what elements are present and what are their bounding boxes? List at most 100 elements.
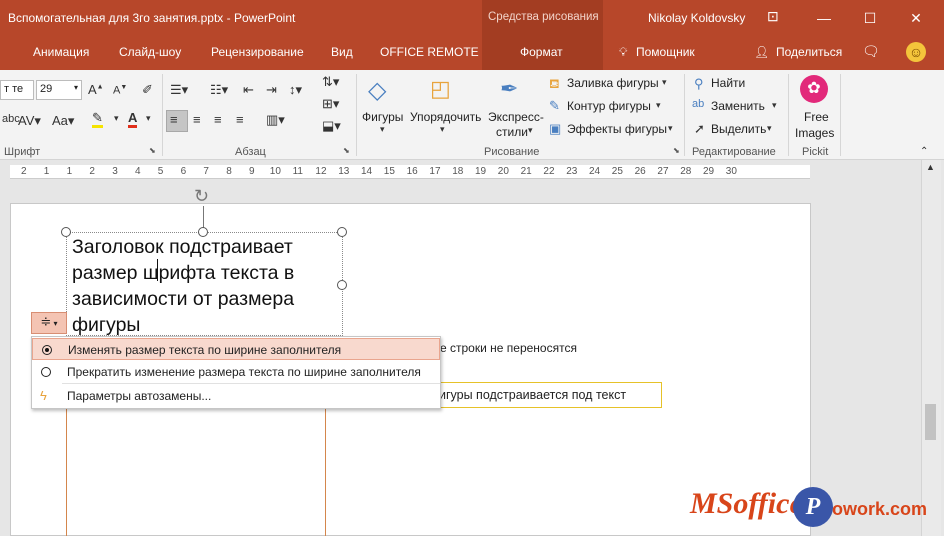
rotate-handle-icon[interactable]: ↻ (194, 186, 209, 207)
resize-handle[interactable] (337, 280, 347, 290)
title-placeholder[interactable]: Заголовок подстраивает размер шрифта тек… (66, 232, 343, 336)
collapse-ribbon-icon[interactable]: ⌃ (920, 146, 928, 157)
char-spacing-icon[interactable]: AV▾ (18, 113, 41, 129)
comment-icon[interactable]: 🗨︎ (862, 43, 880, 60)
shapes-button[interactable]: Фигуры (362, 110, 403, 124)
font-size-combo[interactable]: 29 ▾ (36, 80, 82, 100)
scroll-up-icon[interactable]: ▲ (926, 162, 935, 172)
ruler-label: 25 (611, 166, 623, 177)
shape-effects-button[interactable]: Эффекты фигуры (567, 122, 667, 136)
columns-icon[interactable]: ▥▾ (266, 112, 285, 128)
group-divider (840, 74, 841, 156)
font-name-combo[interactable]: т те (0, 80, 34, 100)
ruler-label: 30 (725, 166, 737, 177)
resize-handle[interactable] (198, 227, 208, 237)
align-center-icon[interactable]: ≡ (193, 112, 201, 127)
tab-view[interactable]: Вид (331, 45, 353, 59)
replace-icon: ab (692, 98, 705, 110)
menu-item-autofit-on[interactable]: Изменять размер текста по ширине заполни… (32, 338, 440, 360)
smiley-feedback-icon[interactable]: ☺ (906, 42, 926, 62)
slide-text-line[interactable]: е строки не переносятся (440, 341, 577, 355)
share-button[interactable]: Поделиться (776, 45, 842, 59)
clear-formatting-icon[interactable]: ✐ (142, 82, 153, 98)
chevron-down-icon[interactable]: ▾ (146, 113, 151, 124)
resize-handle[interactable] (337, 227, 347, 237)
menu-item-autofit-off[interactable]: Прекратить изменение размера текста по ш… (32, 361, 440, 383)
vertical-scrollbar[interactable] (921, 160, 941, 536)
pencil-outline-icon: ✎ (549, 98, 560, 113)
lightning-icon: ϟ (40, 388, 47, 403)
tab-format[interactable]: Формат (520, 45, 563, 59)
select-button[interactable]: Выделить (711, 122, 766, 136)
tab-review[interactable]: Рецензирование (211, 45, 304, 59)
close-button[interactable]: ✕ (894, 4, 938, 32)
chevron-down-icon[interactable]: ▾ (767, 123, 772, 134)
arrange-button[interactable]: Упорядочить (410, 110, 481, 124)
scrollbar-thumb[interactable] (925, 404, 936, 440)
dialog-launcher-icon[interactable]: ⬊ (149, 146, 156, 155)
text-direction-icon[interactable]: ⇅▾ (322, 74, 339, 90)
bullets-icon[interactable]: ☰▾ (170, 82, 188, 98)
chevron-down-icon[interactable]: ▾ (772, 100, 777, 111)
chevron-down-icon[interactable]: ▾ (656, 100, 661, 111)
tab-office-remote[interactable]: OFFICE REMOTE (380, 45, 479, 59)
tab-slideshow[interactable]: Слайд-шоу (119, 45, 181, 59)
shapes-icon[interactable]: ◇ (368, 76, 386, 105)
ruler-label: 8 (226, 166, 232, 177)
radio-empty-icon (41, 367, 51, 377)
ruler-label: 9 (249, 166, 255, 177)
arrange-icon[interactable]: ◰ (430, 76, 451, 102)
change-case-icon[interactable]: Aa▾ (52, 113, 74, 129)
maximize-button[interactable]: ☐ (848, 4, 892, 32)
align-text-icon[interactable]: ⊞▾ (322, 96, 339, 112)
chevron-down-icon: ▾ (528, 125, 533, 135)
numbering-icon[interactable]: ☷▾ (210, 82, 228, 98)
slide-text-box[interactable]: игуры подстраивается под текст (432, 382, 662, 408)
chevron-down-icon: ▾ (380, 124, 385, 134)
ruler-label: 28 (680, 166, 692, 177)
shape-fill-button[interactable]: Заливка фигуры (567, 76, 659, 90)
quick-styles-label-2[interactable]: стили (496, 125, 528, 139)
group-divider (788, 74, 789, 156)
watermark-text-rest: owork.com (832, 499, 928, 519)
free-images-label-1[interactable]: Free (804, 110, 829, 124)
context-group-label: Средства рисования (488, 11, 599, 23)
replace-button[interactable]: Заменить (711, 99, 765, 113)
ruler-label: 10 (269, 166, 281, 177)
decrease-indent-icon[interactable]: ⇤ (243, 82, 254, 98)
chevron-down-icon[interactable]: ▾ (662, 77, 667, 88)
find-button[interactable]: Найти (711, 76, 745, 90)
tab-animation[interactable]: Анимация (33, 45, 89, 59)
autofit-options-button[interactable]: ≑ ▾ (31, 312, 67, 334)
line-spacing-icon[interactable]: ↕▾ (289, 82, 302, 98)
group-divider (356, 74, 357, 156)
increase-indent-icon[interactable]: ⇥ (266, 82, 277, 98)
grow-font-icon[interactable]: A▲ (88, 82, 104, 97)
group-label-font: Шрифт (4, 146, 41, 158)
justify-icon[interactable]: ≡ (236, 112, 244, 127)
highlight-icon[interactable]: ✎ (92, 111, 103, 128)
tab-tell-me[interactable]: Помощник (636, 45, 695, 59)
group-label-paragraph: Абзац (235, 146, 266, 158)
shrink-font-icon[interactable]: A▼ (113, 84, 127, 97)
quick-styles-icon[interactable]: ✒ (500, 76, 518, 102)
dialog-launcher-icon[interactable]: ⬊ (343, 146, 350, 155)
quick-styles-label-1[interactable]: Экспресс- (488, 110, 544, 124)
resize-handle[interactable] (61, 227, 71, 237)
minimize-button[interactable]: — (802, 4, 846, 32)
free-images-label-2[interactable]: Images (795, 126, 834, 140)
pickit-logo-icon[interactable]: ✿ (800, 75, 828, 103)
shape-guide-line (325, 400, 326, 536)
chevron-down-icon[interactable]: ▾ (668, 123, 673, 134)
chevron-down-icon[interactable]: ▾ (114, 113, 119, 124)
shape-outline-button[interactable]: Контур фигуры (567, 99, 651, 113)
ruler-label: 1 (66, 166, 73, 177)
align-right-icon[interactable]: ≡ (214, 112, 222, 127)
dialog-launcher-icon[interactable]: ⬊ (673, 146, 680, 155)
user-name[interactable]: Nikolay Koldovsky (648, 11, 745, 25)
font-color-icon[interactable]: A (128, 111, 138, 128)
smartart-icon[interactable]: ⬓▾ (322, 118, 341, 134)
menu-item-autocorrect-options[interactable]: ϟ Параметры автозамены... (32, 385, 440, 407)
cursor-icon: ➚ (694, 121, 705, 136)
ribbon-display-icon[interactable]: ⊡ (767, 8, 779, 25)
